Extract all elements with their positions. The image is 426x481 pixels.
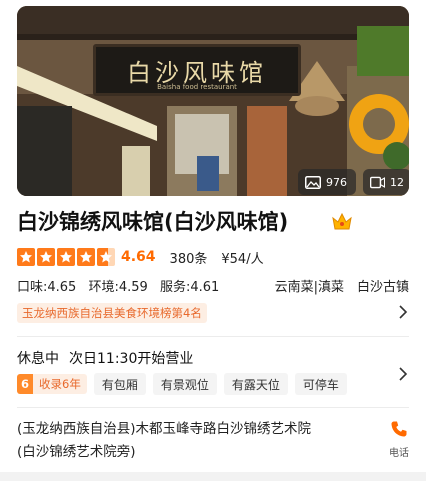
star-icon: [17, 248, 35, 266]
phone-icon: [391, 421, 407, 437]
overall-score: 4.64: [121, 249, 156, 265]
star-icon: [37, 248, 55, 266]
chevron-right-icon[interactable]: [398, 367, 408, 381]
sign-subtitle: Baisha food restaurant: [157, 83, 237, 91]
photo-count-button[interactable]: 976: [298, 169, 356, 195]
feature-chip: 可停车: [294, 373, 347, 395]
status-text: 休息中: [17, 351, 59, 367]
divider: [17, 336, 409, 337]
storefront-illustration: [17, 6, 409, 196]
image-icon: [305, 175, 321, 189]
years-listed-badge: 6 收录6年: [17, 374, 87, 394]
star-icon: [57, 248, 75, 266]
crown-icon: [332, 212, 352, 230]
phone-button[interactable]: 电话: [384, 420, 414, 459]
divider: [17, 407, 409, 408]
storefront-photo[interactable]: 白沙风味馆 Baisha food restaurant 976 12: [17, 6, 409, 196]
taste-score: 口味:4.65: [17, 280, 77, 295]
review-count[interactable]: 380条: [170, 248, 208, 267]
average-price: ¥54/人: [221, 251, 264, 267]
photo-count: 976: [326, 175, 347, 189]
area-name[interactable]: 白沙古镇: [357, 276, 409, 295]
ranking-tag[interactable]: 玉龙纳西族自治县美食环境榜第4名: [17, 303, 207, 323]
video-icon: [370, 176, 385, 188]
address-line-2: (白沙锦绣艺术院旁): [17, 444, 136, 460]
next-open-time: 次日11:30开始营业: [69, 351, 194, 367]
star-icon: [77, 248, 95, 266]
years-text: 收录6年: [33, 374, 87, 394]
years-number: 6: [17, 374, 33, 394]
chevron-right-icon[interactable]: [398, 305, 408, 319]
video-count: 12: [390, 175, 404, 189]
address-block[interactable]: (玉龙纳西族自治县)木都玉峰寺路白沙锦绣艺术院 (白沙锦绣艺术院旁): [17, 418, 347, 464]
cuisine-category[interactable]: 云南菜|滇菜: [275, 276, 344, 295]
video-count-button[interactable]: 12: [363, 169, 409, 195]
phone-label: 电话: [389, 448, 409, 459]
restaurant-sign: 白沙风味馆 Baisha food restaurant: [93, 44, 301, 96]
half-star-icon: [97, 248, 115, 266]
detail-scores-row: 口味:4.65 环境:4.59 服务:4.61 云南菜|滇菜 白沙古镇: [17, 276, 409, 295]
feature-tags-row[interactable]: 6 收录6年 有包厢 有景观位 有露天位 可停车: [17, 373, 347, 395]
shop-name: 白沙锦绣风味馆(白沙风味馆): [17, 210, 289, 234]
feature-chip: 有露天位: [223, 373, 288, 395]
address-line-1: (玉龙纳西族自治县)木都玉峰寺路白沙锦绣艺术院: [17, 421, 312, 437]
feature-chip: 有包厢: [93, 373, 146, 395]
environment-score: 环境:4.59: [88, 280, 148, 295]
bottom-separator: [0, 472, 426, 481]
service-score: 服务:4.61: [159, 280, 220, 295]
feature-chip: 有景观位: [152, 373, 217, 395]
rating-row[interactable]: 4.64 380条 ¥54/人: [17, 247, 264, 267]
opening-status[interactable]: 休息中 次日11:30开始营业: [17, 348, 193, 368]
star-rating: [17, 248, 115, 266]
